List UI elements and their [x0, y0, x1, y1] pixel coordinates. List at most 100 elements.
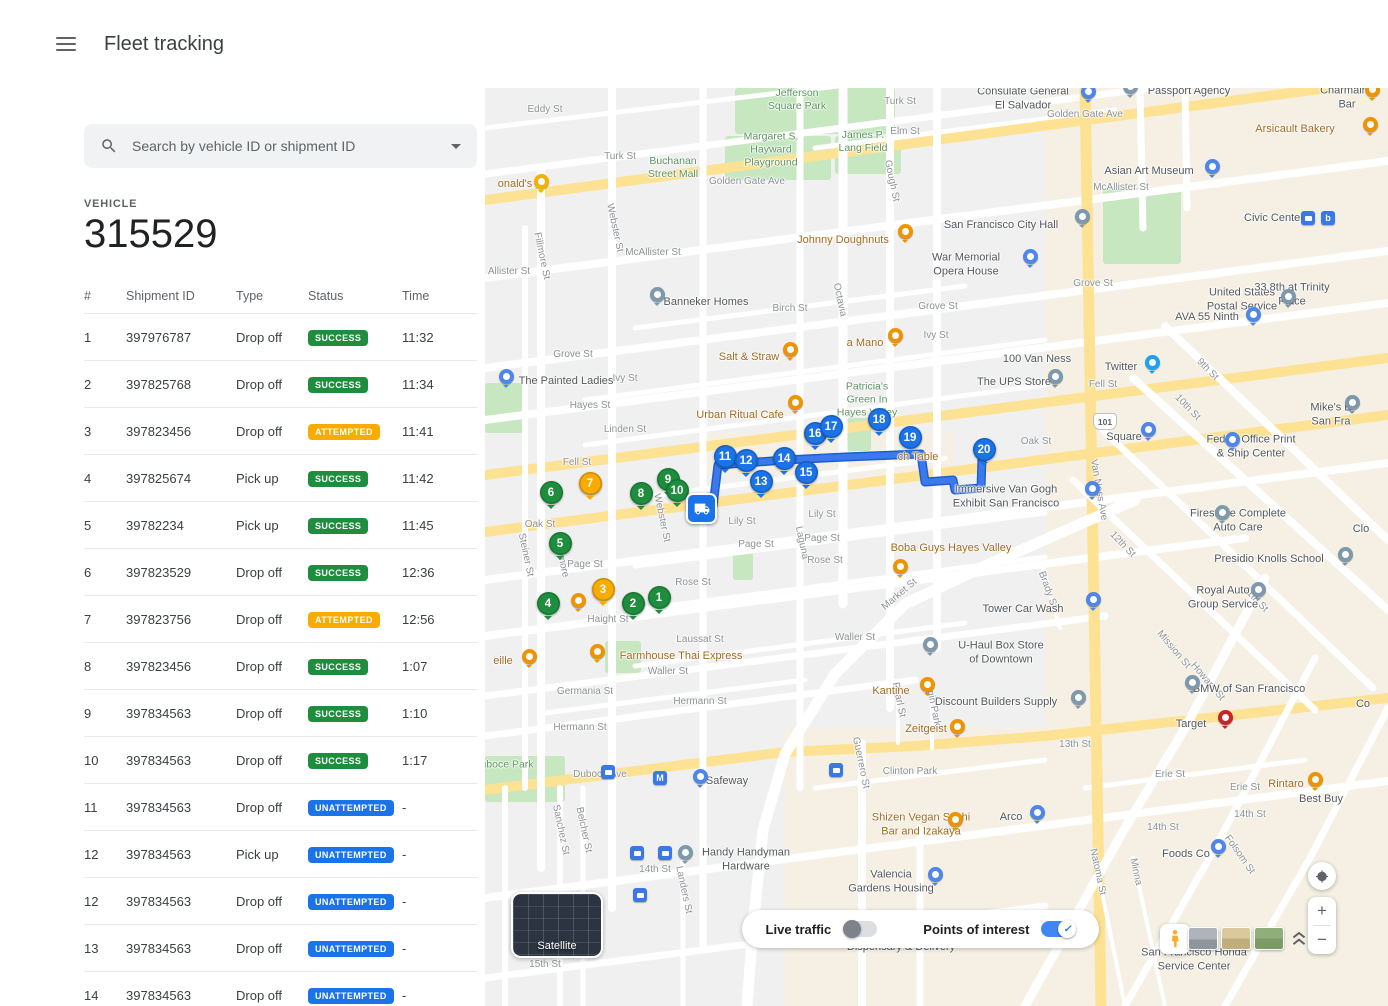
- shop-poi-pin[interactable]: [693, 769, 708, 784]
- imagery-thumbnails[interactable]: [1188, 927, 1284, 950]
- transit-station-icon[interactable]: M: [653, 771, 667, 785]
- poi-pin[interactable]: [1246, 307, 1261, 322]
- food-poi-pin[interactable]: [788, 395, 803, 410]
- food-poi-pin[interactable]: [522, 649, 537, 664]
- route-stop-marker[interactable]: 3: [592, 578, 615, 601]
- shipment-row[interactable]: 12397834563Pick upUNATTEMPTED-: [84, 831, 477, 878]
- service-poi-pin[interactable]: [1071, 690, 1086, 705]
- route-stop-marker[interactable]: 17: [820, 415, 843, 438]
- shop-poi-pin[interactable]: [1225, 432, 1240, 447]
- food-poi-pin[interactable]: [571, 593, 586, 608]
- attraction-poi-pin[interactable]: [1085, 481, 1100, 496]
- route-stop-marker[interactable]: 13: [750, 470, 773, 493]
- route-stop-marker[interactable]: 5: [549, 532, 572, 555]
- route-stop-marker[interactable]: 11: [714, 445, 737, 468]
- food-poi-pin[interactable]: [950, 719, 965, 734]
- shop-poi-pin[interactable]: [1211, 839, 1226, 854]
- service-poi-pin[interactable]: [1185, 675, 1200, 690]
- food-poi-pin[interactable]: [948, 812, 963, 827]
- shipment-row[interactable]: 10397834563Drop offSUCCESS1:17: [84, 737, 477, 784]
- service-poi-pin[interactable]: [1338, 547, 1353, 562]
- shipment-row[interactable]: 1397976787Drop offSUCCESS11:32: [84, 314, 477, 361]
- food-poi-pin[interactable]: [1363, 117, 1378, 132]
- poi-pin[interactable]: [1081, 88, 1096, 99]
- transit-station-icon[interactable]: b: [1321, 211, 1335, 225]
- transit-station-icon[interactable]: [633, 888, 647, 902]
- service-poi-pin[interactable]: [1215, 505, 1230, 520]
- service-poi-pin[interactable]: [650, 287, 665, 302]
- zoom-in-button[interactable]: +: [1308, 897, 1336, 925]
- food-poi-pin[interactable]: [1308, 772, 1323, 787]
- my-location-button[interactable]: [1308, 862, 1336, 890]
- route-stop-marker[interactable]: 18: [868, 408, 891, 431]
- attraction-poi-pin[interactable]: [1023, 249, 1038, 264]
- live-traffic-toggle[interactable]: [843, 921, 877, 937]
- streetview-thumbnail[interactable]: [1188, 927, 1218, 950]
- food-poi-pin[interactable]: [534, 174, 549, 189]
- transit-station-icon[interactable]: [829, 763, 843, 777]
- service-poi-pin[interactable]: [678, 845, 693, 860]
- shipment-row[interactable]: 11397834563Drop offUNATTEMPTED-: [84, 784, 477, 831]
- shipment-row[interactable]: 6397823529Drop offSUCCESS12:36: [84, 549, 477, 596]
- poi-pin[interactable]: [928, 867, 943, 882]
- attraction-poi-pin[interactable]: [1205, 159, 1220, 174]
- hamburger-menu-icon[interactable]: [56, 37, 76, 51]
- pegman-button[interactable]: [1160, 924, 1190, 954]
- transit-station-icon[interactable]: [630, 846, 644, 860]
- imagery-thumbnail[interactable]: [1254, 927, 1284, 950]
- route-stop-marker[interactable]: 19: [899, 426, 922, 449]
- route-stop-marker[interactable]: 2: [622, 592, 645, 615]
- points-of-interest-toggle[interactable]: ✓: [1041, 921, 1075, 937]
- food-poi-pin[interactable]: [783, 342, 798, 357]
- route-stop-marker[interactable]: 20: [973, 438, 996, 461]
- shipment-row[interactable]: 539782234Pick upSUCCESS11:45: [84, 502, 477, 549]
- shipment-row[interactable]: 12397834563Drop offUNATTEMPTED-: [84, 878, 477, 925]
- shipment-row[interactable]: 13397834563Drop offUNATTEMPTED-: [84, 925, 477, 972]
- transit-station-icon[interactable]: [1301, 211, 1315, 225]
- food-poi-pin[interactable]: [1365, 88, 1380, 97]
- service-poi-pin[interactable]: [1345, 395, 1360, 410]
- shipment-row[interactable]: 4397825674Pick upSUCCESS11:42: [84, 455, 477, 502]
- twitter-poi-pin[interactable]: [1145, 355, 1160, 370]
- service-poi-pin[interactable]: [1075, 209, 1090, 224]
- route-stop-marker[interactable]: 4: [537, 592, 560, 615]
- route-stop-marker[interactable]: 12: [735, 449, 758, 472]
- food-poi-pin[interactable]: [590, 644, 605, 659]
- service-poi-pin[interactable]: [1251, 582, 1266, 597]
- food-poi-pin[interactable]: [893, 559, 908, 574]
- food-poi-pin[interactable]: [898, 224, 913, 239]
- search-input[interactable]: [130, 137, 439, 155]
- service-poi-pin[interactable]: [923, 637, 938, 652]
- attraction-poi-pin[interactable]: [499, 369, 514, 384]
- shipment-row[interactable]: 7397823756Drop offATTEMPTED12:56: [84, 596, 477, 643]
- route-stop-marker[interactable]: 15: [795, 461, 818, 484]
- target-poi-pin[interactable]: [1218, 710, 1233, 725]
- food-poi-pin[interactable]: [920, 677, 935, 692]
- route-stop-marker[interactable]: 8: [630, 482, 653, 505]
- route-stop-marker[interactable]: 14: [773, 447, 796, 470]
- search-box[interactable]: [84, 124, 477, 168]
- service-poi-pin[interactable]: [1281, 289, 1296, 304]
- food-poi-pin[interactable]: [888, 328, 903, 343]
- shop-poi-pin[interactable]: [1030, 805, 1045, 820]
- vehicle-marker[interactable]: [686, 493, 717, 524]
- dropdown-caret-icon[interactable]: [451, 144, 461, 149]
- transit-station-icon[interactable]: [601, 765, 615, 779]
- map-canvas[interactable]: Eddy StTurk StTurk StElm StGolden Gate A…: [485, 88, 1388, 1006]
- service-poi-pin[interactable]: [1123, 88, 1138, 94]
- transit-station-icon[interactable]: [658, 846, 672, 860]
- shop-poi-pin[interactable]: [1141, 422, 1156, 437]
- route-stop-marker[interactable]: 7: [579, 472, 602, 495]
- shipment-row[interactable]: 2397825768Drop offSUCCESS11:34: [84, 361, 477, 408]
- imagery-thumbnail[interactable]: [1221, 927, 1251, 950]
- shipment-row[interactable]: 3397823456Drop offATTEMPTED11:41: [84, 408, 477, 455]
- collapse-controls-icon[interactable]: [1290, 928, 1308, 950]
- shipment-row[interactable]: 8397823456Drop offSUCCESS1:07: [84, 643, 477, 690]
- route-stop-marker[interactable]: 1: [648, 586, 671, 609]
- service-poi-pin[interactable]: [1048, 369, 1063, 384]
- route-stop-marker[interactable]: 6: [540, 481, 563, 504]
- service-poi-pin[interactable]: [1086, 592, 1101, 607]
- satellite-toggle-button[interactable]: Satellite: [511, 892, 603, 958]
- shipment-row[interactable]: 14397834563Drop offUNATTEMPTED-: [84, 972, 477, 1006]
- zoom-out-button[interactable]: −: [1308, 926, 1336, 954]
